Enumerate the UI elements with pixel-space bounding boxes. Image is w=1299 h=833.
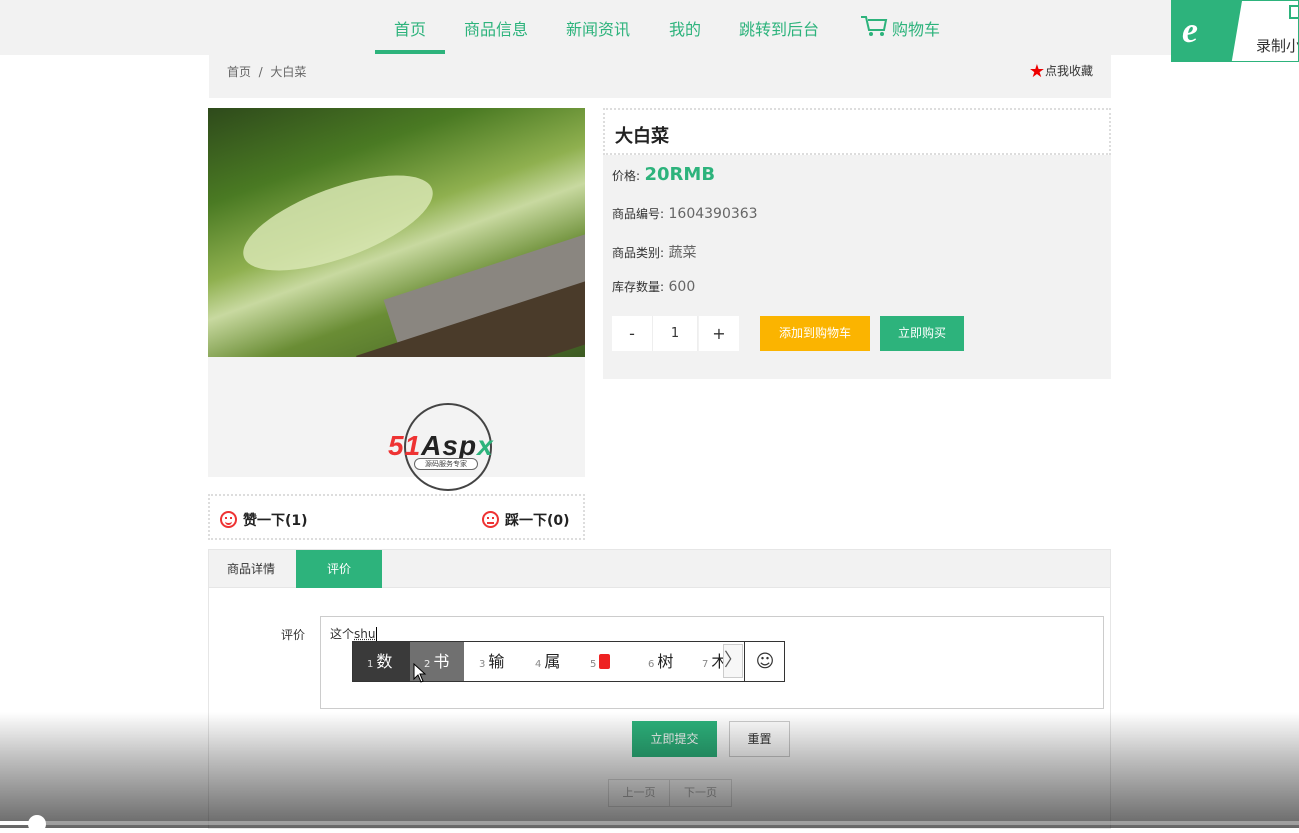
cart-icon[interactable]: [860, 14, 888, 42]
logo-subtitle: 源码服务专家: [414, 458, 478, 470]
breadcrumb-trail: 首页 / 大白菜: [227, 63, 306, 80]
ime-emoji-icon[interactable]: ☺: [744, 642, 785, 681]
submit-button[interactable]: 立即提交: [632, 721, 717, 757]
id-row: 商品编号: 1604390363: [612, 205, 758, 222]
tab-reviews[interactable]: 评价: [296, 550, 382, 588]
tab-bar: 商品详情 评价: [209, 550, 1110, 588]
stock-row: 库存数量: 600: [612, 278, 695, 295]
stock-label: 库存数量:: [612, 280, 665, 294]
category-row: 商品类别: 蔬菜: [612, 242, 697, 262]
product-title: 大白菜: [615, 126, 669, 147]
ime-candidate-5[interactable]: 5: [590, 642, 611, 681]
recorder-label: 录制小: [1256, 37, 1299, 55]
add-to-cart-button[interactable]: 添加到购物车: [760, 316, 870, 351]
ime-candidate-1[interactable]: 1数: [353, 642, 410, 681]
nav-news[interactable]: 新闻资讯: [566, 16, 630, 40]
comment-composing: shu: [354, 627, 376, 641]
top-nav: 首页 商品信息 新闻资讯 我的 跳转到后台 购物车: [0, 0, 1299, 55]
image-leaf: [232, 155, 444, 291]
pager-next[interactable]: 下一页: [669, 779, 732, 807]
tab-details[interactable]: 商品详情: [209, 550, 293, 588]
like-button[interactable]: 赞一下(1): [220, 510, 308, 530]
price-row: 价格: 20RMB: [612, 164, 715, 185]
recorder-box-icon: [1289, 5, 1298, 19]
id-label: 商品编号:: [612, 207, 665, 221]
reset-button[interactable]: 重置: [729, 721, 790, 757]
comment-label: 评价: [281, 628, 306, 642]
product-image: [208, 108, 585, 357]
nav-admin[interactable]: 跳转到后台: [739, 16, 819, 40]
breadcrumb-sep: /: [258, 65, 263, 79]
nav-products[interactable]: 商品信息: [464, 16, 528, 40]
breadcrumb-home[interactable]: 首页: [227, 65, 251, 79]
favorite-button[interactable]: ★点我收藏: [1029, 61, 1093, 82]
category-label: 商品类别:: [612, 246, 665, 260]
ime-candidate-3[interactable]: 3输: [479, 642, 504, 681]
cart-svg: [861, 16, 888, 36]
video-progress-knob[interactable]: [28, 815, 46, 833]
video-progress-bar[interactable]: [0, 821, 1299, 825]
pager-prev[interactable]: 上一页: [608, 779, 670, 807]
star-icon: ★: [1028, 61, 1045, 82]
price-label: 价格:: [612, 169, 641, 183]
product-info-panel: 价格: 20RMB 商品编号: 1604390363 商品类别: 蔬菜 库存数量…: [603, 155, 1111, 379]
mouse-pointer-icon: [413, 663, 427, 683]
like-label: 赞一下(1): [243, 513, 308, 529]
recorder-widget[interactable]: e 录制小: [1171, 0, 1299, 62]
qty-plus-button[interactable]: +: [699, 316, 739, 351]
nav-cart[interactable]: 购物车: [892, 16, 940, 40]
ime-candidate-6[interactable]: 6树: [648, 642, 673, 681]
qty-minus-button[interactable]: -: [612, 316, 652, 351]
book-emoji-icon: [599, 654, 611, 669]
buy-now-button[interactable]: 立即购买: [880, 316, 964, 351]
dislike-label: 踩一下(0): [505, 513, 570, 529]
id-value: 1604390363: [668, 206, 758, 222]
qty-input[interactable]: 1: [652, 316, 698, 351]
nav-mine[interactable]: 我的: [669, 16, 701, 40]
smile-icon: [220, 511, 237, 528]
nav-active-indicator: [375, 50, 445, 54]
text-caret: [376, 627, 378, 641]
category-value: 蔬菜: [668, 245, 697, 261]
ime-next-page-icon[interactable]: 〉: [723, 644, 743, 678]
breadcrumb: 首页 / 大白菜 ★点我收藏: [209, 55, 1111, 98]
price-value: 20RMB: [644, 164, 716, 185]
sad-icon: [482, 511, 499, 528]
vote-box: 赞一下(1) 踩一下(0): [208, 494, 585, 540]
nav-home[interactable]: 首页: [394, 16, 426, 40]
comment-text: 这个: [330, 627, 355, 641]
breadcrumb-current: 大白菜: [270, 65, 307, 79]
ime-candidate-4[interactable]: 4属: [535, 642, 560, 681]
dislike-button[interactable]: 踩一下(0): [482, 510, 570, 530]
product-title-box: 大白菜: [603, 108, 1111, 155]
recorder-e-icon: e: [1182, 10, 1198, 50]
stock-value: 600: [668, 279, 696, 295]
favorite-label: 点我收藏: [1044, 64, 1093, 78]
